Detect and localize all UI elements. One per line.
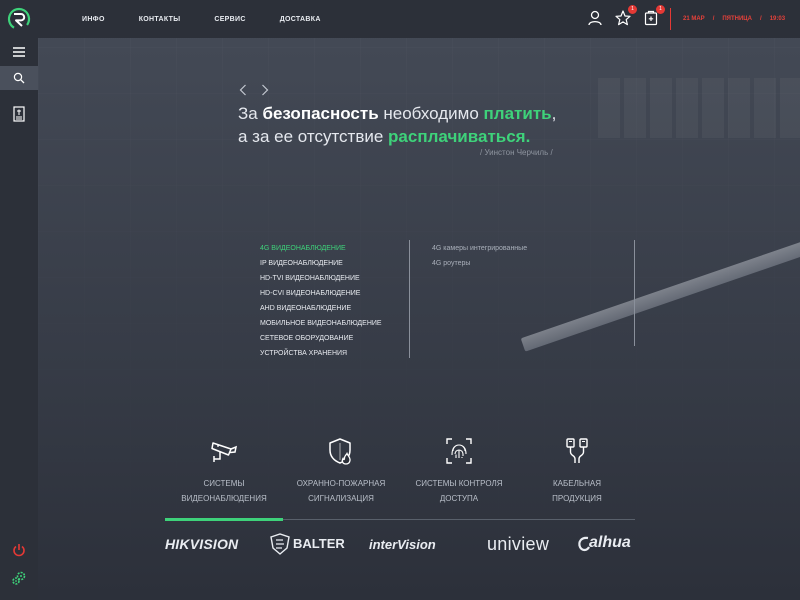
category-fire-alarm[interactable]: ОХРАННО-ПОЖАРНАЯ СИГНАЛИЗАЦИЯ [282, 432, 400, 506]
brand-uniview[interactable]: uniview [487, 534, 549, 555]
nav-contacts[interactable]: КОНТАКТЫ [139, 16, 181, 23]
brand-intervision[interactable]: interVision [369, 537, 436, 552]
menu-divider-right [634, 240, 635, 346]
menu-item-hd-tvi[interactable]: HD-TVI ВИДЕОНАБЛЮДЕНИЕ [260, 271, 382, 286]
menu-button[interactable] [0, 40, 38, 64]
slider-arrows [236, 83, 280, 97]
menu-item-storage[interactable]: УСТРОЙСТВА ХРАНЕНИЯ [260, 346, 382, 361]
main-nav: ИНФО КОНТАКТЫ СЕРВИС ДОСТАВКА [82, 0, 355, 38]
quote-text: За [238, 104, 263, 123]
logo-icon[interactable] [0, 0, 38, 38]
quote-author: / Уинстон Черчиль / [480, 148, 553, 157]
category-label: СИСТЕМЫ ВИДЕОНАБЛЮДЕНИЯ [181, 479, 267, 503]
cable-connector-icon [518, 432, 636, 470]
brand-balter-text: BALTER [293, 536, 345, 551]
menu-divider-left [409, 240, 410, 358]
weekday-text: ПЯТНИЦА [722, 16, 753, 22]
sidebar [0, 38, 38, 600]
document-button[interactable] [0, 102, 38, 126]
power-icon [13, 544, 25, 557]
menu-item-4g[interactable]: 4G ВИДЕОНАБЛЮДЕНИЕ [260, 241, 382, 256]
time-separator: / [760, 16, 762, 22]
chevron-left-icon [239, 84, 246, 96]
hero-quote: За безопасность необходимо платить, а за… [238, 102, 556, 148]
menu-icon [13, 47, 25, 57]
quote-accent: платить [483, 104, 552, 123]
cctv-camera-icon [165, 432, 283, 470]
document-icon [13, 106, 25, 122]
cart-button[interactable]: 1 [642, 5, 665, 27]
balter-emblem-icon [270, 533, 290, 555]
date-time: 21 МАР / ПЯТНИЦА / 19:03 [683, 0, 793, 38]
header-divider [670, 8, 671, 30]
search-button[interactable] [0, 66, 38, 90]
category-menu: 4G ВИДЕОНАБЛЮДЕНИЕ IP ВИДЕОНАБЛЮДЕНИЕ HD… [260, 241, 382, 361]
brand-dahua-text: alhua [589, 534, 631, 551]
menu-item-network[interactable]: СЕТЕВОЕ ОБОРУДОВАНИЕ [260, 331, 382, 346]
menu-item-hd-cvi[interactable]: HD-CVI ВИДЕОНАБЛЮДЕНИЕ [260, 286, 382, 301]
category-label: СИСТЕМЫ КОНТРОЛЯ ДОСТУПА [415, 479, 503, 503]
category-active-indicator [165, 518, 283, 521]
menu-item-mobile[interactable]: МОБИЛЬНОЕ ВИДЕОНАБЛЮДЕНИЕ [260, 316, 382, 331]
quote-text: а за ее отсутствие [238, 127, 389, 146]
search-icon [13, 72, 25, 84]
category-label: КАБЕЛЬНАЯ ПРОДУКЦИЯ [552, 479, 602, 503]
date-text: 21 МАР [683, 16, 705, 22]
background-pencil [520, 230, 800, 352]
date-separator: / [712, 16, 715, 22]
nav-info[interactable]: ИНФО [82, 16, 105, 23]
category-label: ОХРАННО-ПОЖАРНАЯ СИГНАЛИЗАЦИЯ [296, 479, 386, 503]
time-text: 19:03 [769, 16, 786, 22]
subcategory-menu: 4G камеры интегрированные 4G роутеры [432, 241, 527, 271]
nav-service[interactable]: СЕРВИС [214, 16, 245, 23]
submenu-item-4g-cameras[interactable]: 4G камеры интегрированные [432, 241, 527, 256]
submenu-item-4g-routers[interactable]: 4G роутеры [432, 256, 527, 271]
slider-prev-button[interactable] [236, 83, 250, 97]
brand-logos: HIKVISION BALTER interVision uniview alh… [165, 533, 635, 555]
quote-line-2: а за ее отсутствие расплачиваться. [238, 125, 556, 148]
category-access-control[interactable]: СИСТЕМЫ КОНТРОЛЯ ДОСТУПА [400, 432, 518, 506]
fingerprint-icon [400, 432, 518, 470]
cart-badge: 1 [656, 5, 665, 14]
user-icon[interactable] [586, 9, 604, 27]
settings-button[interactable] [0, 566, 38, 590]
category-cctv[interactable]: СИСТЕМЫ ВИДЕОНАБЛЮДЕНИЯ [165, 432, 283, 506]
chevron-right-icon [262, 84, 269, 96]
quote-line-1: За безопасность необходимо платить, [238, 102, 556, 125]
quote-emphasis: безопасность [262, 104, 379, 123]
gears-icon [12, 571, 26, 585]
favorites-badge: 1 [628, 5, 637, 14]
quote-text: необходимо [378, 104, 484, 123]
menu-item-ahd[interactable]: AHD ВИДЕОНАБЛЮДЕНИЕ [260, 301, 382, 316]
top-bar: ИНФО КОНТАКТЫ СЕРВИС ДОСТАВКА 1 1 21 МАР… [0, 0, 800, 38]
power-button[interactable] [0, 538, 38, 562]
category-cables[interactable]: КАБЕЛЬНАЯ ПРОДУКЦИЯ [518, 432, 636, 506]
quote-accent: расплачиваться. [388, 127, 531, 146]
shield-fire-icon [282, 432, 400, 470]
slider-next-button[interactable] [258, 83, 272, 97]
favorites-button[interactable]: 1 [614, 5, 637, 27]
nav-delivery[interactable]: ДОСТАВКА [280, 16, 321, 23]
quote-text: , [551, 104, 557, 123]
menu-item-ip[interactable]: IP ВИДЕОНАБЛЮДЕНИЕ [260, 256, 382, 271]
brand-hikvision[interactable]: HIKVISION [165, 536, 238, 552]
background-keyboard [598, 78, 800, 138]
